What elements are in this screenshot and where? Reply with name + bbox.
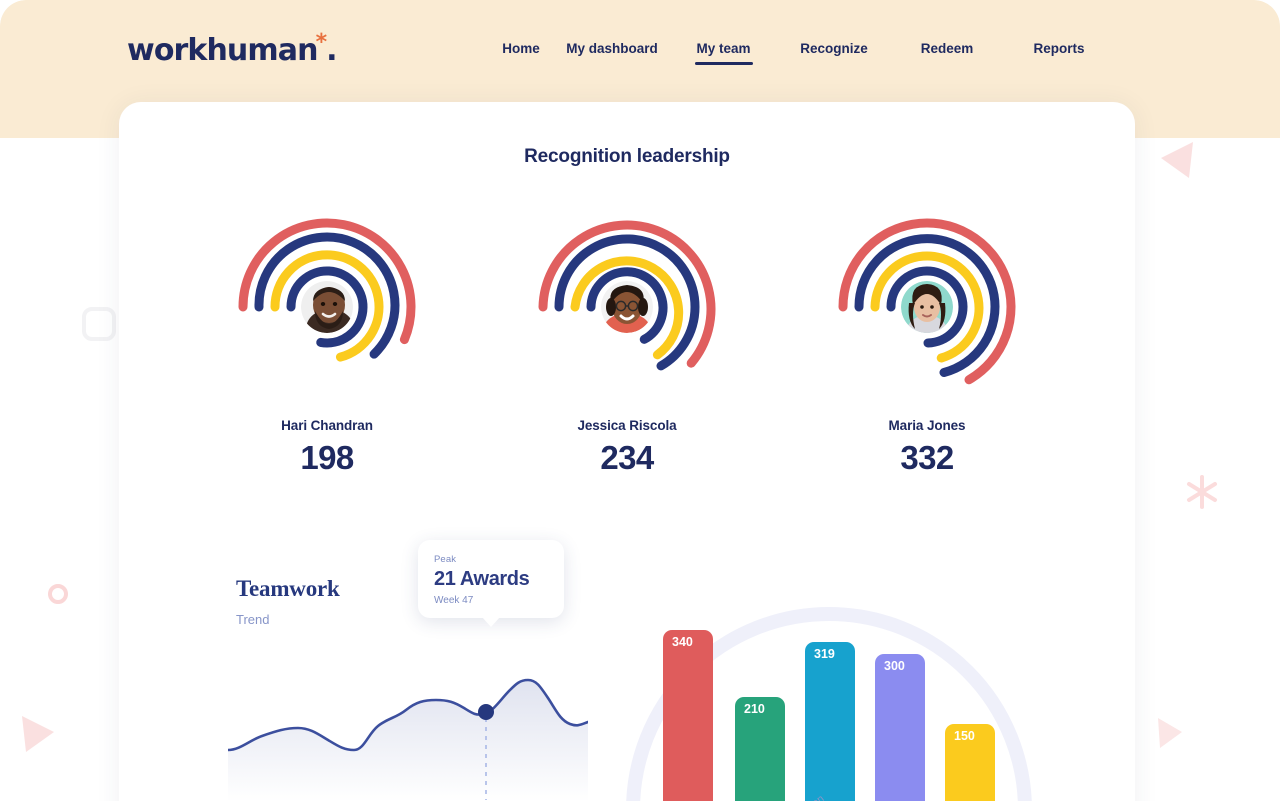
decoration-left-square-icon <box>82 307 116 341</box>
bar-value-imagination: 150 <box>954 729 975 743</box>
nav-item-my-dashboard[interactable]: My dashboard <box>555 41 669 65</box>
bar-value-determination: 319 <box>814 647 835 661</box>
leader-name: Maria Jones <box>888 418 966 433</box>
bar-value-teamwork: 340 <box>672 635 693 649</box>
recognition-leaders-list: Hari Chandran 198 Jessica Riscola 234 Ma… <box>119 212 1135 477</box>
trend-title: Teamwork <box>236 576 340 601</box>
tooltip-label: Peak <box>434 554 457 565</box>
trend-area-chart[interactable] <box>228 622 588 801</box>
leader-card-hari-chandran[interactable]: Hari Chandran 198 <box>177 212 477 477</box>
bar-value-quality: 300 <box>884 659 905 673</box>
nav-item-recognize[interactable]: Recognize <box>778 41 890 65</box>
leader-card-maria-jones[interactable]: Maria Jones 332 <box>777 212 1077 477</box>
leader-name: Hari Chandran <box>281 418 373 433</box>
logo-dot: . <box>326 33 337 68</box>
tooltip-value: 21 Awards <box>434 568 530 590</box>
nav-item-my-team[interactable]: My team <box>669 41 778 65</box>
leader-progress-rings <box>532 212 722 402</box>
avatar <box>901 281 953 333</box>
tooltip-sublabel: Week 47 <box>434 595 474 606</box>
leader-progress-rings <box>832 212 1022 402</box>
avatar <box>301 281 353 333</box>
nav-label-my-team: My team <box>696 41 751 56</box>
nav-label-redeem: Redeem <box>920 41 974 56</box>
decoration-left-ring-icon <box>48 584 68 604</box>
avatar <box>601 281 653 333</box>
nav-label-reports: Reports <box>1033 41 1085 56</box>
decoration-right-flower-icon <box>1158 718 1182 748</box>
nav-item-reports[interactable]: Reports <box>1004 41 1114 65</box>
leader-score: 198 <box>300 439 354 476</box>
nav-item-redeem[interactable]: Redeem <box>890 41 1004 65</box>
lower-charts-region: Teamwork Trend Peak 21 Awards Week 47 34… <box>119 502 1135 801</box>
teamwork-trend-panel: Teamwork Trend Peak 21 Awards Week 47 <box>214 540 594 801</box>
leader-progress-rings <box>232 212 422 402</box>
nav-label-my-dashboard: My dashboard <box>566 41 658 56</box>
decoration-right-asterisk-icon <box>1187 475 1217 509</box>
leader-card-jessica-riscola[interactable]: Jessica Riscola 234 <box>477 212 777 477</box>
nav-label-home: Home <box>502 41 540 56</box>
logo-asterisk-icon: * <box>315 30 327 55</box>
page-title: Recognition leadership <box>524 146 730 167</box>
decoration-left-triangle-icon <box>22 716 54 752</box>
leader-score: 332 <box>900 439 954 476</box>
content-card: Recognition leadership Hari Chandran 198… <box>119 102 1135 801</box>
app-root: workhuman*. Home My dashboard My team Re… <box>0 0 1280 801</box>
award-categories-bar-chart: 340 210 319 300 150 Teamwork Innovation … <box>619 542 1079 801</box>
logo-wordmark: workhuman <box>127 33 318 68</box>
bar-quality[interactable] <box>875 654 925 801</box>
bar-determination[interactable] <box>805 642 855 801</box>
peak-tooltip: Peak 21 Awards Week 47 <box>418 540 564 627</box>
bar-teamwork[interactable] <box>663 630 713 801</box>
bar-value-innovation: 210 <box>744 702 765 716</box>
workhuman-logo[interactable]: workhuman*. <box>127 30 338 68</box>
nav-item-home[interactable]: Home <box>487 41 555 65</box>
leader-name: Jessica Riscola <box>577 418 677 433</box>
main-navigation: Home My dashboard My team Recognize Rede… <box>487 41 1114 65</box>
leader-score: 234 <box>600 439 654 476</box>
peak-point-marker[interactable] <box>478 704 494 720</box>
nav-label-recognize: Recognize <box>800 41 868 56</box>
trend-area-fill <box>228 680 588 801</box>
decoration-right-triangle-icon <box>1161 142 1193 178</box>
